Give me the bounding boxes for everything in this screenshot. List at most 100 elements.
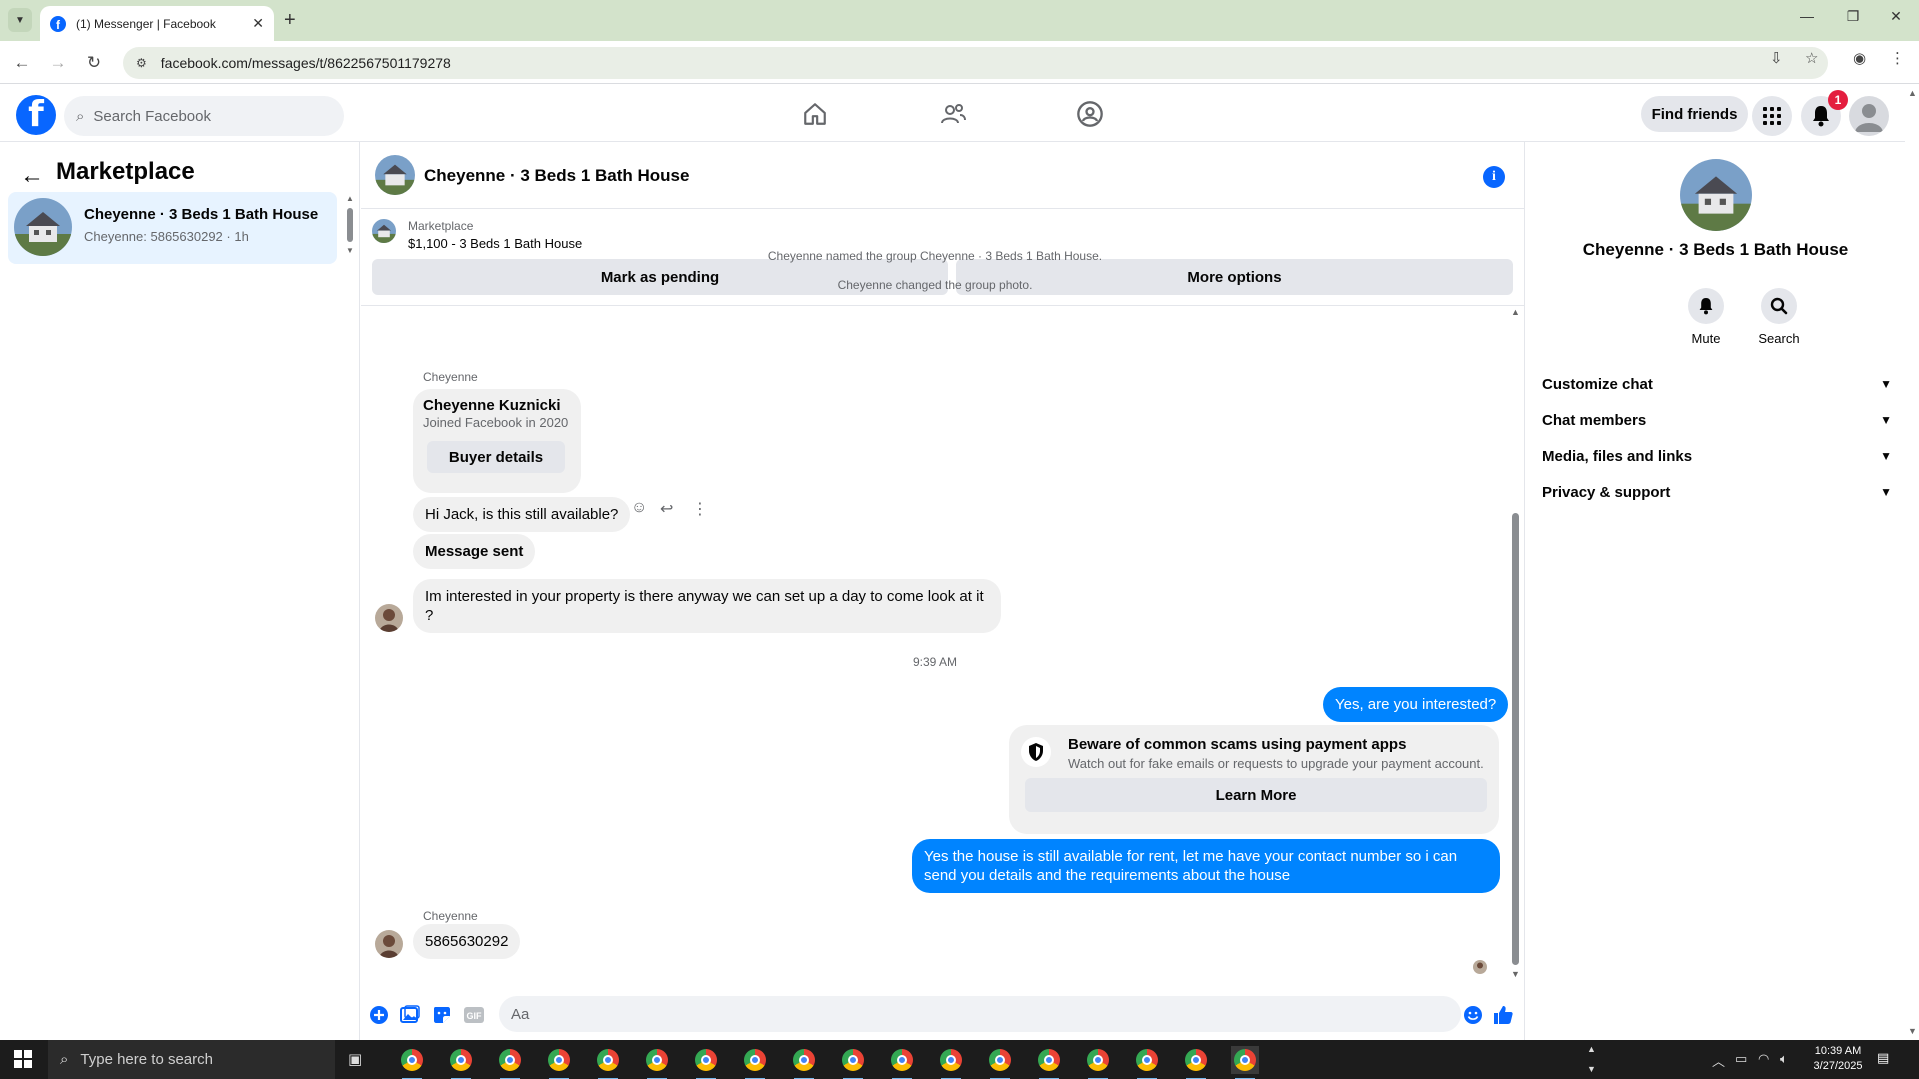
chrome-taskbar-icon[interactable]: [937, 1046, 965, 1079]
windows-start-icon[interactable]: [14, 1050, 32, 1068]
customize-chat-section[interactable]: Customize chat ▼: [1542, 366, 1892, 402]
chrome-taskbar-icon[interactable]: [594, 1046, 622, 1079]
minimize-button[interactable]: —: [1784, 8, 1830, 24]
chrome-taskbar-icon[interactable]: [692, 1046, 720, 1079]
search-action[interactable]: Search: [1749, 288, 1809, 346]
info-icon[interactable]: i: [1483, 166, 1505, 188]
system-message: Cheyenne named the group Cheyenne · 3 Be…: [767, 249, 1103, 263]
chrome-taskbar-icon[interactable]: [888, 1046, 916, 1079]
group-photo[interactable]: [375, 155, 415, 195]
reply-icon[interactable]: ↩: [660, 499, 673, 519]
buyer-card: Cheyenne Kuznicki Joined Facebook in 202…: [413, 389, 581, 493]
scam-warning-card: Beware of common scams using payment app…: [1009, 725, 1499, 834]
privacy-support-section[interactable]: Privacy & support ▼: [1542, 474, 1892, 510]
incoming-message[interactable]: Im interested in your property is there …: [413, 579, 1001, 633]
menu-grid-icon[interactable]: [1752, 96, 1792, 136]
back-arrow-icon[interactable]: ←: [20, 162, 44, 190]
chrome-taskbar-icon[interactable]: [986, 1046, 1014, 1079]
search-input[interactable]: [93, 107, 314, 125]
mute-action[interactable]: Mute: [1676, 288, 1736, 346]
emoji-icon[interactable]: [1462, 1004, 1484, 1026]
chrome-taskbar-icon[interactable]: [496, 1046, 524, 1079]
browser-tab[interactable]: f (1) Messenger | Facebook ✕: [40, 6, 274, 41]
outgoing-message[interactable]: Yes the house is still available for ren…: [912, 839, 1500, 893]
friends-nav-icon[interactable]: [937, 98, 969, 130]
scroll-up-icon: ▲: [346, 194, 354, 203]
outgoing-message[interactable]: Yes, are you interested?: [1323, 687, 1509, 722]
forward-button[interactable]: →: [46, 51, 70, 75]
meet-now-icon[interactable]: ▭: [1735, 1051, 1747, 1067]
chrome-taskbar-icon[interactable]: [839, 1046, 867, 1079]
incoming-message[interactable]: Message sent: [413, 534, 536, 569]
conversation-scrollbar[interactable]: ▲ ▼: [1509, 307, 1523, 982]
action-center-icon[interactable]: ▤: [1877, 1050, 1889, 1066]
task-view-icon[interactable]: ▣: [348, 1050, 368, 1070]
network-icon[interactable]: ◠: [1758, 1051, 1769, 1067]
read-receipt-avatar: [1473, 960, 1487, 974]
message-input[interactable]: [499, 996, 1461, 1032]
new-tab-button[interactable]: +: [284, 9, 296, 32]
facebook-logo-icon[interactable]: f: [16, 95, 56, 135]
taskbar-scroll-down-icon[interactable]: ▼: [1587, 1064, 1596, 1074]
chrome-taskbar-icon-active[interactable]: [1231, 1046, 1259, 1079]
gif-icon[interactable]: GIF: [463, 1004, 485, 1026]
tab-search-button[interactable]: ▼: [8, 8, 32, 32]
scroll-thumb[interactable]: [1512, 513, 1519, 965]
page-scrollbar[interactable]: ▲ ▼: [1905, 84, 1919, 1040]
chat-members-section[interactable]: Chat members ▼: [1542, 402, 1892, 438]
chrome-taskbar-icon[interactable]: [545, 1046, 573, 1079]
account-avatar[interactable]: [1849, 96, 1889, 136]
react-emoji-icon[interactable]: ☺: [631, 499, 647, 517]
buyer-details-button[interactable]: Buyer details: [427, 441, 565, 473]
reload-button[interactable]: ↻: [82, 51, 106, 75]
chrome-taskbar-icon[interactable]: [790, 1046, 818, 1079]
photo-attach-icon[interactable]: [399, 1004, 421, 1026]
chrome-taskbar-icon[interactable]: [643, 1046, 671, 1079]
chrome-taskbar-icon[interactable]: [447, 1046, 475, 1079]
bookmark-star-icon[interactable]: ☆: [1805, 49, 1818, 67]
profile-icon[interactable]: ◉: [1853, 49, 1866, 67]
chrome-taskbar-icon[interactable]: [741, 1046, 769, 1079]
sticker-icon[interactable]: [431, 1004, 453, 1026]
incoming-message[interactable]: 5865630292: [413, 924, 521, 959]
chrome-taskbar-icon[interactable]: [398, 1046, 426, 1079]
more-actions-icon[interactable]: ⋮: [692, 499, 708, 519]
scroll-thumb[interactable]: [347, 208, 353, 242]
groups-nav-icon[interactable]: [1074, 98, 1106, 130]
close-tab-icon[interactable]: ✕: [252, 15, 264, 32]
search-icon: ⌕: [60, 1051, 69, 1068]
find-friends-button[interactable]: Find friends: [1641, 96, 1748, 132]
message-composer: GIF: [361, 988, 1525, 1040]
media-files-section[interactable]: Media, files and links ▼: [1542, 438, 1892, 474]
facebook-search[interactable]: ⌕: [64, 96, 344, 136]
chrome-taskbar-icon[interactable]: [1182, 1046, 1210, 1079]
restore-button[interactable]: ❐: [1830, 8, 1876, 25]
chrome-taskbar-icon[interactable]: [1133, 1046, 1161, 1079]
sender-avatar[interactable]: [375, 604, 403, 632]
taskbar-search-input[interactable]: [80, 1051, 321, 1068]
thread-list-item[interactable]: Cheyenne · 3 Beds 1 Bath House Cheyenne:…: [8, 192, 337, 264]
volume-icon[interactable]: 🔈︎: [1780, 1051, 1788, 1067]
show-hidden-icons[interactable]: ︿: [1712, 1051, 1725, 1070]
sender-avatar[interactable]: [375, 930, 403, 958]
thumbs-up-icon[interactable]: [1492, 1004, 1514, 1026]
home-nav-icon[interactable]: [799, 98, 831, 130]
add-plus-icon[interactable]: [368, 1004, 390, 1026]
back-button[interactable]: ←: [10, 51, 34, 75]
site-info-icon[interactable]: ⚙: [136, 56, 147, 70]
chrome-taskbar-icon[interactable]: [1035, 1046, 1063, 1079]
browser-menu-icon[interactable]: ⋮: [1890, 49, 1905, 67]
taskbar-search[interactable]: ⌕: [48, 1040, 335, 1079]
chrome-taskbar-icon[interactable]: [1084, 1046, 1112, 1079]
taskbar-scroll-up-icon[interactable]: ▲: [1587, 1044, 1596, 1054]
address-bar[interactable]: ⚙ facebook.com/messages/t/86225675011792…: [123, 47, 1828, 79]
group-photo-large[interactable]: [1680, 159, 1752, 231]
learn-more-button[interactable]: Learn More: [1025, 778, 1487, 812]
incoming-message[interactable]: Hi Jack, is this still available?: [413, 497, 631, 532]
install-app-icon[interactable]: ⇩: [1770, 49, 1783, 67]
clock-time: 10:39 AM: [1814, 1045, 1862, 1057]
thread-list-scrollbar[interactable]: ▲ ▼: [346, 194, 354, 255]
taskbar-clock[interactable]: 10:39 AM 3/27/2025: [1808, 1044, 1868, 1074]
close-window-button[interactable]: ✕: [1873, 8, 1919, 25]
conversation-title[interactable]: Cheyenne · 3 Beds 1 Bath House: [424, 166, 689, 186]
